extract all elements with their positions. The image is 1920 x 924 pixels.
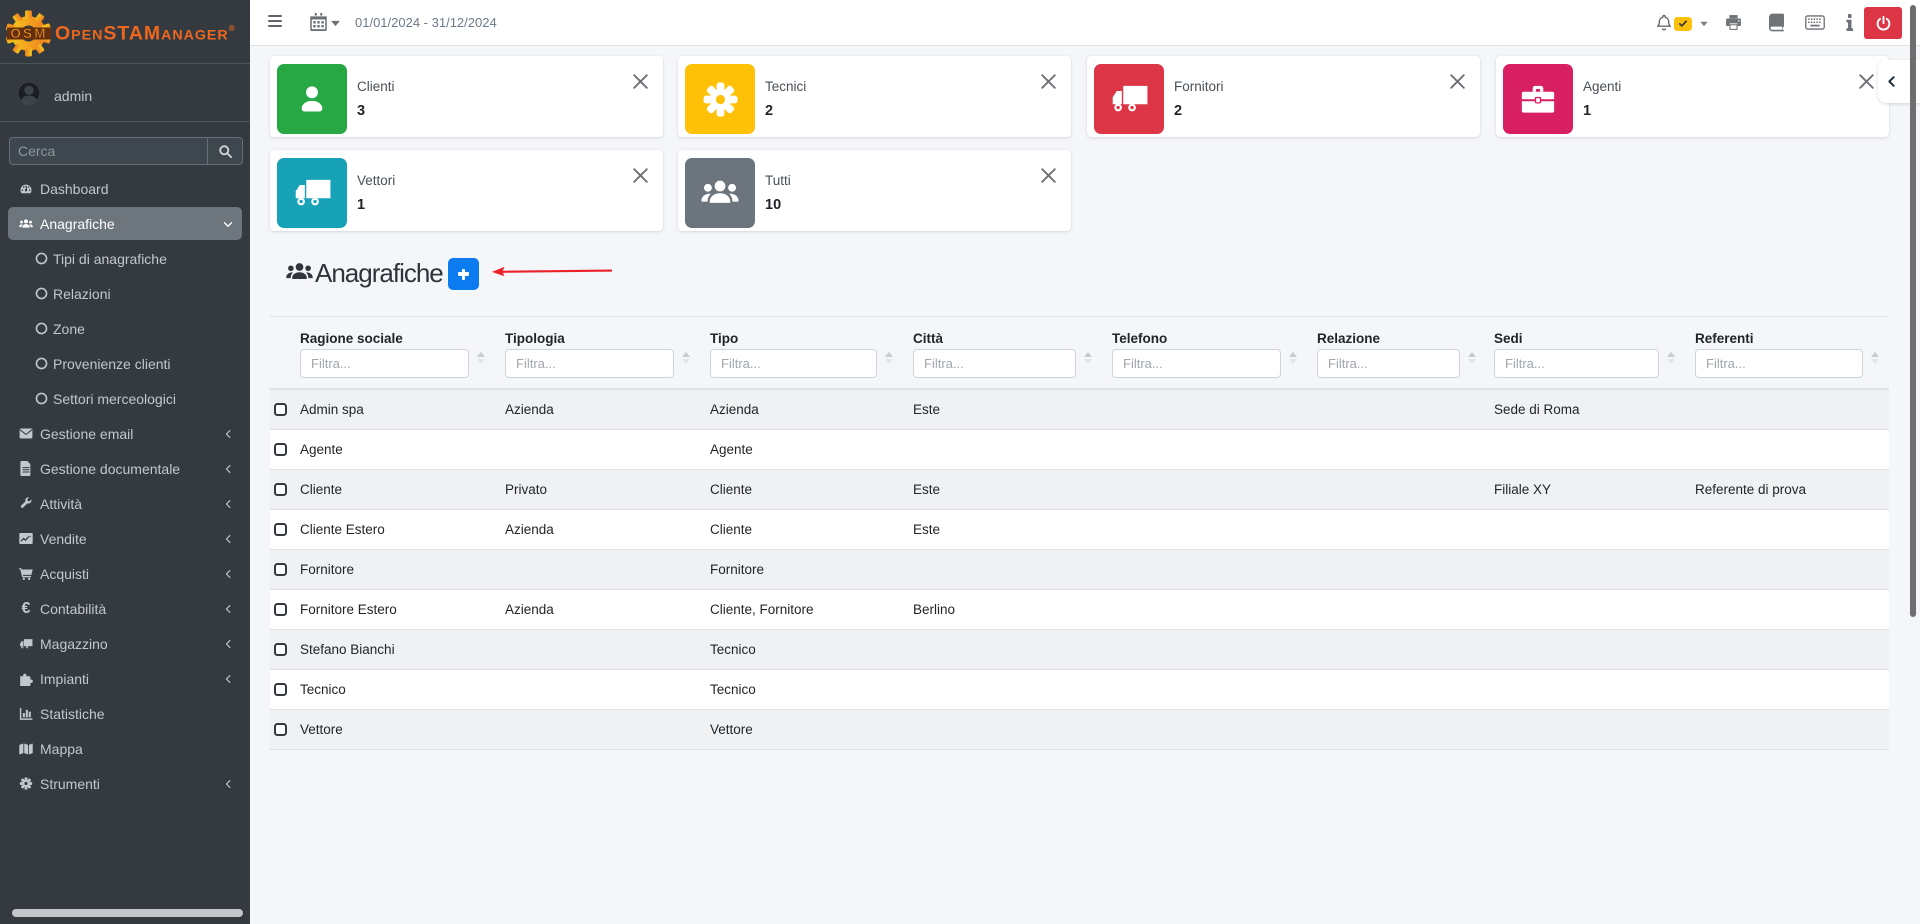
svg-text:OPENSTAMANAGER®: OPENSTAMANAGER®	[55, 23, 236, 45]
svg-text:OSM: OSM	[10, 26, 47, 41]
